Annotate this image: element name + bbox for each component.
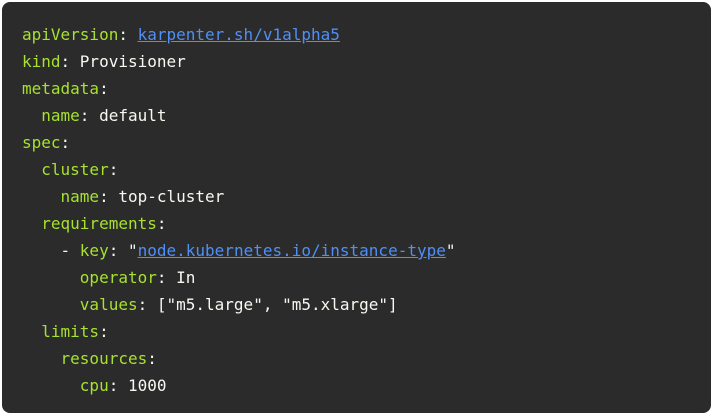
yaml-key: metadata — [22, 79, 100, 98]
code-line-resources: resources: — [60, 349, 157, 368]
apiversion-link[interactable]: karpenter.sh/v1alpha5 — [138, 25, 340, 44]
code-line-cluster: cluster: — [41, 160, 119, 179]
yaml-value: 1000 — [127, 376, 167, 395]
code-line-values: values: ["m5.large", "m5.xlarge"] — [79, 295, 398, 314]
code-line-spec: spec: — [22, 133, 71, 152]
yaml-key: cpu — [79, 376, 109, 395]
yaml-key: resources — [60, 349, 148, 368]
code-line-apiversion: apiVersion: karpenter.sh/v1alpha5 — [22, 25, 340, 44]
code-line-metadata: metadata: — [22, 79, 109, 98]
yaml-value: default — [99, 106, 167, 125]
code-line-cluster-name: name: top-cluster — [60, 187, 225, 206]
instance-type-link[interactable]: node.kubernetes.io/instance-type — [138, 241, 446, 260]
yaml-key: operator — [79, 268, 157, 287]
yaml-code-block: apiVersion: karpenter.sh/v1alpha5 kind: … — [2, 2, 711, 413]
code-line-kind: kind: Provisioner — [22, 52, 186, 71]
yaml-key: key — [79, 241, 109, 260]
yaml-key: kind — [22, 52, 61, 71]
code-line-limits: limits: — [41, 322, 109, 341]
code-line-cpu: cpu: 1000 — [79, 376, 167, 395]
yaml-key: name — [41, 106, 80, 125]
code-line-requirements: requirements: — [41, 214, 167, 233]
yaml-key: spec — [22, 133, 61, 152]
yaml-key: apiVersion — [22, 25, 119, 44]
yaml-key: limits — [41, 322, 100, 341]
yaml-value: Provisioner — [79, 52, 186, 71]
yaml-key: values — [79, 295, 138, 314]
yaml-value: top-cluster — [118, 187, 225, 206]
code-line-requirement-key: - key: "node.kubernetes.io/instance-type… — [22, 241, 456, 260]
yaml-key: requirements — [41, 214, 157, 233]
code-line-operator: operator: In — [79, 268, 196, 287]
yaml-value: In — [176, 268, 196, 287]
yaml-key: name — [60, 187, 100, 206]
yaml-value: ["m5.large", "m5.xlarge"] — [156, 295, 398, 314]
yaml-key: cluster — [41, 160, 109, 179]
code-line-metadata-name: name: default — [41, 106, 167, 125]
